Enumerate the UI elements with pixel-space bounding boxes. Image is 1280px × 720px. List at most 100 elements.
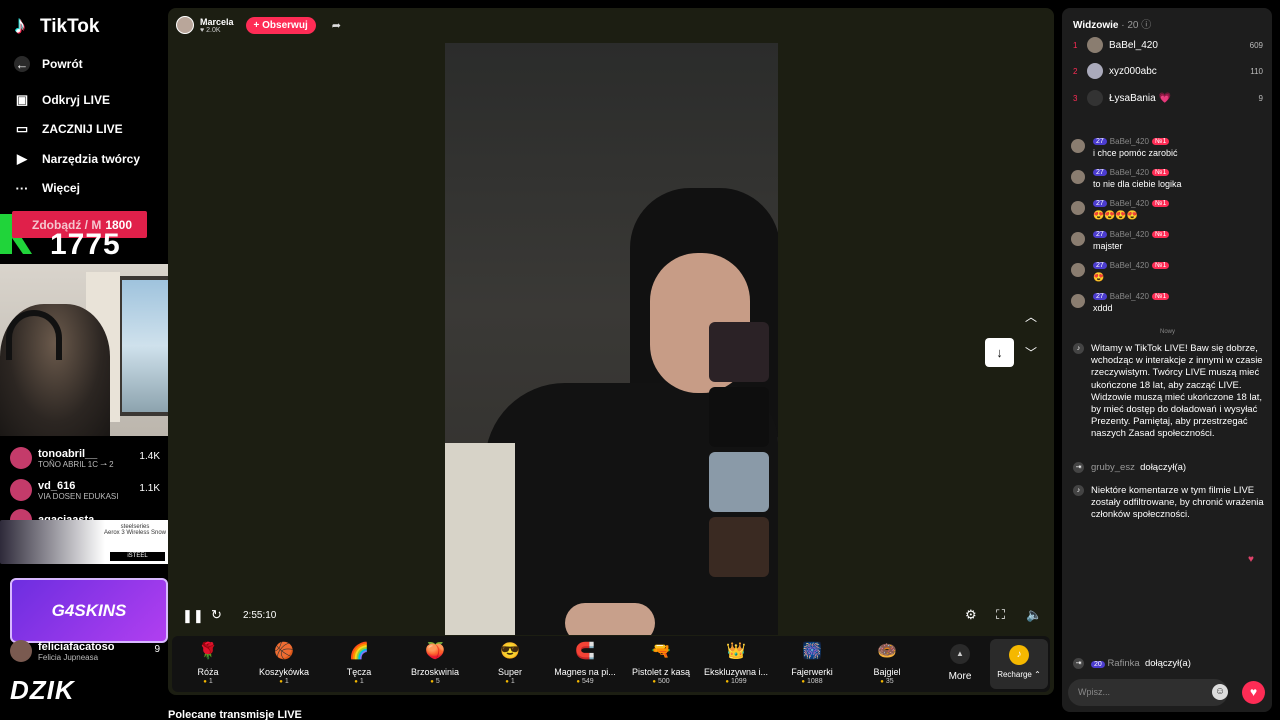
cohost-tile[interactable] [709,452,769,512]
download-button[interactable]: ↓ [985,338,1014,367]
gift-name: Koszykówka [258,667,310,677]
gift-item[interactable]: 🌹 Róża1 [172,640,244,685]
host-avatar[interactable] [176,16,194,34]
gift-item[interactable]: 🧲 Magnes na pi...549 [549,640,621,685]
live-player[interactable]: Marcela ♥ 2.0K + Obserwuj ➦ ︿ ↓ ﹀ ❚❚ ↻ 2… [168,8,1054,695]
fullscreen-icon[interactable]: ⛶ [996,607,1005,623]
avatar [1071,139,1085,153]
top-viewer-name: xyz000abc [1109,65,1157,77]
previous-stream-icon[interactable]: ︿ [1025,308,1037,325]
gift-item[interactable]: 👑 Ekskluzywna i...1099 [700,640,772,685]
gift-item[interactable]: 🎆 Fajerwerki1088 [776,640,848,685]
avatar [1087,37,1103,53]
more-gifts-button[interactable]: ▲ More [942,640,978,682]
viewer-sub: VIA DOSEN EDUKASI [38,491,119,501]
cohost-tile[interactable] [709,387,769,447]
cohost-tile[interactable] [709,517,769,577]
nav-label: ZACZNIJ LIVE [42,122,123,136]
goal-counter: 1775 [50,228,121,261]
rank-badge: №1 [1151,169,1170,176]
gift-bar: 🌹Róża1 🏀Koszykówka1 🌈Tęcza1 🍑 Brzoskwinia… [172,636,1050,692]
follow-button[interactable]: + Obserwuj [245,16,316,34]
g4skins-logo: G4SKINS [10,578,168,643]
creator-tools-icon: ▶ [17,151,27,166]
viewers-header[interactable]: Widzowie · 20 ⓘ [1073,16,1151,31]
recharge-button[interactable]: ♪ Recharge ⌃ [990,639,1048,689]
top-viewer-name: ŁysaBania 💗 [1109,92,1171,104]
join-text: dołączył(a) [1140,462,1187,473]
join-icon: ⇥ [1073,658,1084,669]
avatar [1071,201,1085,215]
refresh-icon[interactable]: ↻ [211,607,222,623]
next-stream-icon[interactable]: ﹀ [1025,344,1037,361]
tiktok-logo[interactable]: TikTok [14,12,100,40]
avatar [1087,90,1103,106]
chat-input[interactable]: Wpisz... [1068,679,1228,706]
ad-button: iSTEEL [110,552,165,561]
viewer-row[interactable]: feliciafacatoso Felicia Jupneasa 9 [10,640,160,662]
msg-meta: 27 BaBel_420 №1 [1093,292,1170,301]
top-viewer-score: 609 [1249,40,1263,50]
viewers-count: · 20 [1121,20,1139,31]
top-viewer-row[interactable]: 1 BaBel_420 609 [1073,37,1263,53]
nav-item-start-live[interactable]: ▭ ZACZNIJ LIVE [14,121,123,137]
msg-text: xddd [1093,303,1113,313]
gift-item[interactable]: 🍑 Brzoskwinia5 [399,640,471,685]
top-viewer-name: BaBel_420 [1109,39,1158,51]
top-viewer-score: 9 [1258,93,1263,103]
join-user[interactable]: gruby_esz [1091,462,1135,473]
sidebar: TikTok ← Powrót ▣ Odkryj LIVE ▭ ZACZNIJ … [0,0,236,720]
gift-price: 1099 [700,678,772,685]
nav-item-creator-tools[interactable]: ▶ Narzędzia twórcy [14,151,140,167]
pause-icon[interactable]: ❚❚ [182,608,204,624]
msg-meta: 27 BaBel_420 №1 [1093,199,1170,208]
tiktok-note-icon: ♪ [1073,485,1084,496]
nav-item-more[interactable]: ··· Więcej [14,180,80,196]
gift-name: Bajgiel [873,667,901,677]
level-badge: 27 [1093,293,1107,300]
gift-item[interactable]: 😎 Super1 [474,640,546,685]
like-heart-button[interactable]: ♥ [1242,681,1265,704]
gift-item[interactable]: 🍩 Bajgiel35 [851,640,923,685]
settings-icon[interactable]: ⚙ [965,607,977,623]
gift-name: Brzoskwinia [410,667,459,677]
tiktok-live-page: TikTok ← Powrót ▣ Odkryj LIVE ▭ ZACZNIJ … [0,0,1280,720]
gift-price: 1 [474,678,546,685]
tiktok-note-icon: ♪ [1073,343,1084,354]
gift-price: 1 [172,678,244,685]
stream-duration: 2:55:10 [243,610,277,621]
heart-icon: ♥ [1248,554,1254,565]
top-viewer-row[interactable]: 3 ŁysaBania 💗 9 [1073,90,1263,106]
msg-text: to nie dla ciebie logika [1093,179,1182,189]
info-icon[interactable]: ⓘ [1141,20,1151,31]
nav-label: Więcej [42,181,80,195]
viewer-row[interactable]: vd_616 VIA DOSEN EDUKASI 1.1K [10,479,160,501]
back-button[interactable]: ← Powrót [14,56,83,72]
host-name[interactable]: Marcela [200,17,234,27]
msg-text: 😍😍😍😍 [1093,210,1138,220]
emoji-icon[interactable]: ☺ [1212,684,1228,700]
nav-label: Narzędzia twórcy [42,152,141,166]
gift-item[interactable]: 🏀 Koszykówka1 [248,640,320,685]
top-viewer-row[interactable]: 2 xyz000abc 110 [1073,63,1263,79]
share-icon[interactable]: ➦ [332,19,341,32]
gift-item[interactable]: 🌈 Tęcza1 [323,640,395,685]
volume-icon[interactable]: 🔈 [1026,607,1042,623]
rank-badge: №1 [1151,231,1170,238]
nav-item-discover-live[interactable]: ▣ Odkryj LIVE [14,92,110,108]
camera-icon: ▭ [15,121,29,136]
cohost-tile[interactable] [709,322,769,382]
logo-text: TikTok [40,16,100,37]
msg-meta: 27 BaBel_420 №1 [1093,168,1170,177]
viewer-count: 1.1K [139,483,160,494]
peach-icon: 🍑 [425,643,445,660]
steelseries-ad[interactable]: steelseries Aerox 3 Wireless Snow iSTEEL [0,520,175,564]
avatar [1071,294,1085,308]
join-user[interactable]: Rafinka [1107,658,1139,669]
gift-item[interactable]: 🔫 Pistolet z kasą500 [625,640,697,685]
viewer-sub: Felicia Jupneasa [38,652,99,662]
level-badge: 27 [1093,200,1107,207]
money-gun-icon: 🔫 [651,643,671,660]
viewer-row[interactable]: tonoabril__ TOÑO ABRIL 1C ⇀ 2 1.4K [10,447,160,469]
gift-price: 35 [851,678,923,685]
